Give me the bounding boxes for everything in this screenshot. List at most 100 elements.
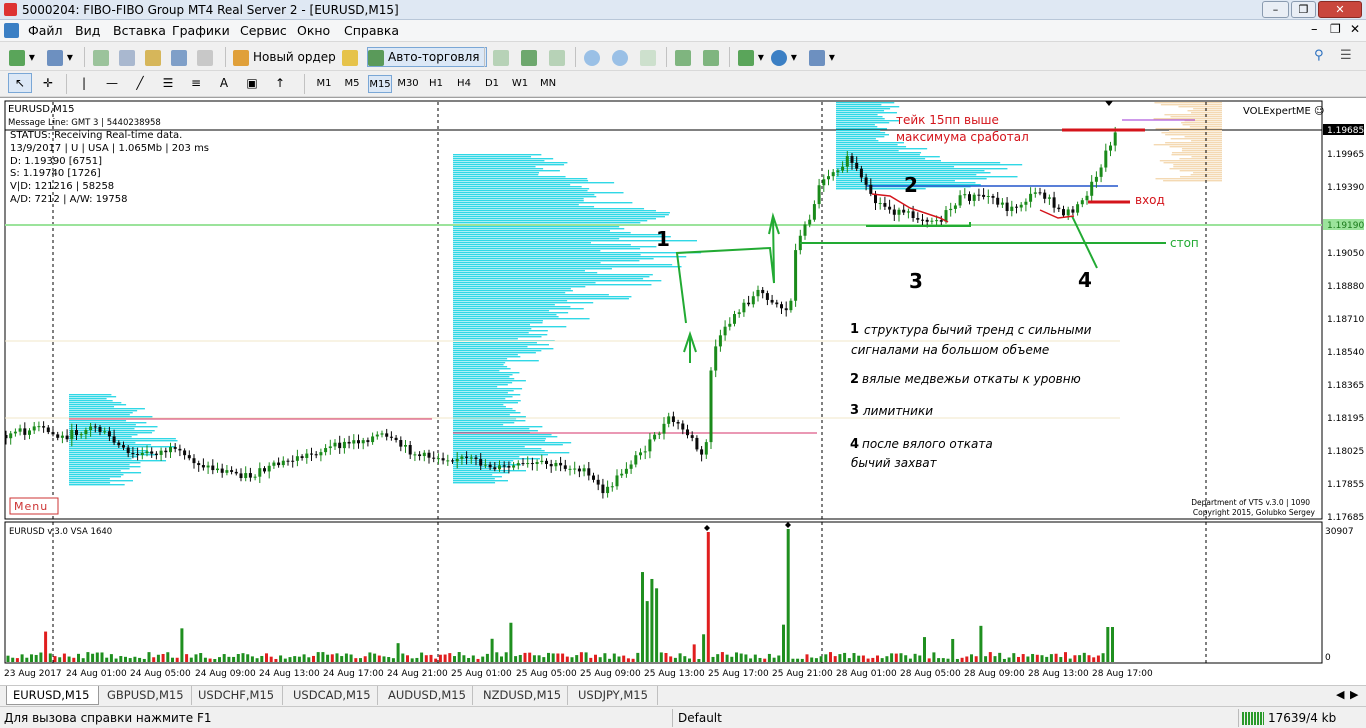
trendline-tool[interactable]: ╱ <box>128 73 152 93</box>
text-tool[interactable]: A <box>212 73 236 93</box>
profile-bar <box>453 374 513 376</box>
zoom-in-button[interactable] <box>583 47 601 67</box>
market-watch-button[interactable] <box>92 47 110 67</box>
profile-bar <box>69 472 142 474</box>
navigator-button[interactable] <box>144 47 162 67</box>
timeframe-d1[interactable]: D1 <box>480 75 504 93</box>
menu-insert[interactable]: Вставка <box>113 23 166 38</box>
chart-window[interactable]: EURUSD,M15 Message Line: GMT 3 | 5440238… <box>0 97 1366 685</box>
menu-file[interactable]: Файл <box>28 23 63 38</box>
current-price-label: 1.19685 <box>1327 126 1364 136</box>
candle-body <box>723 326 727 336</box>
menu-window[interactable]: Окно <box>297 23 330 38</box>
crosshair-tool[interactable]: ✛ <box>36 73 60 93</box>
horizontal-line-tool[interactable]: — <box>100 73 124 93</box>
fibo-tool[interactable]: ≡ <box>184 73 208 93</box>
timeframe-m5[interactable]: M5 <box>340 75 364 93</box>
zoom-out-button[interactable] <box>611 47 629 67</box>
volume-bar <box>429 654 433 662</box>
volume-bar <box>316 652 320 662</box>
new-order-button[interactable]: Новый ордер <box>232 47 337 67</box>
volume-bar <box>1012 653 1016 662</box>
chart-shift-button[interactable] <box>674 47 692 67</box>
candlestick-button[interactable] <box>520 47 538 67</box>
tab-usdchf[interactable]: USDCHF,M15 <box>192 686 283 705</box>
candle-body <box>479 459 483 466</box>
child-minimize-icon[interactable]: – <box>1311 22 1318 37</box>
candle-body <box>535 462 539 464</box>
menu-view[interactable]: Вид <box>75 23 100 38</box>
menu-charts[interactable]: Графики <box>172 23 230 38</box>
timeframe-h4[interactable]: H4 <box>452 75 476 93</box>
data-window-button[interactable] <box>118 47 136 67</box>
auto-trading-button[interactable]: Авто-торговля <box>367 47 487 67</box>
price-chart[interactable]: EURUSD,M15 Message Line: GMT 3 | 5440238… <box>0 98 1366 686</box>
profile-bar <box>453 348 554 350</box>
autoscroll-button[interactable] <box>702 47 720 67</box>
profiles-icon <box>47 49 63 66</box>
volume-bar <box>857 655 861 662</box>
child-restore-icon[interactable]: ❐ <box>1330 22 1341 36</box>
timeframe-m1[interactable]: M1 <box>312 75 336 93</box>
shift-marker <box>1105 101 1113 106</box>
templates-button[interactable]: ▾ <box>808 47 836 67</box>
menu-button[interactable]: Menu <box>9 497 59 515</box>
channel-tool[interactable]: ☰ <box>156 73 180 93</box>
tab-eurusd[interactable]: EURUSD,M15 <box>6 686 99 705</box>
profile-bar <box>69 428 135 430</box>
tester-button[interactable] <box>196 47 214 67</box>
menu-bar: Файл Вид Вставка Графики Сервис Окно Спр… <box>0 20 1366 42</box>
text-label-tool[interactable]: ▣ <box>240 73 264 93</box>
timeframe-mn[interactable]: MN <box>536 75 560 93</box>
volume-bar <box>749 658 753 662</box>
profile-bar <box>836 110 885 112</box>
volume-bar <box>476 658 480 662</box>
search-icon[interactable]: ⚲ <box>1314 48 1324 63</box>
help-icon[interactable]: ☰ <box>1340 48 1352 63</box>
arrows-tool[interactable]: ↑ <box>268 73 292 93</box>
profile-bar-orange <box>1191 140 1222 142</box>
candle-body <box>474 457 478 460</box>
candle-body <box>408 445 412 455</box>
timeframe-m30[interactable]: M30 <box>396 75 420 93</box>
metaeditor-button[interactable] <box>341 47 359 67</box>
bar-chart-button[interactable] <box>492 47 510 67</box>
profiles-button[interactable]: ▾ <box>46 47 74 67</box>
timeframe-w1[interactable]: W1 <box>508 75 532 93</box>
vertical-line-tool[interactable]: | <box>72 73 96 93</box>
periods-button[interactable]: ▾ <box>770 47 798 67</box>
profile-bar <box>453 254 641 256</box>
timeframe-m15[interactable]: M15 <box>368 75 392 93</box>
profile-bar <box>453 302 594 304</box>
close-button[interactable]: ✕ <box>1318 1 1362 18</box>
tile-windows-button[interactable] <box>639 47 657 67</box>
volume-bar <box>156 654 160 662</box>
child-close-icon[interactable]: ✕ <box>1350 22 1360 36</box>
timeframe-h1[interactable]: H1 <box>424 75 448 93</box>
cursor-tool[interactable]: ↖ <box>8 73 32 93</box>
candle-body <box>648 439 652 452</box>
terminal-button[interactable] <box>170 47 188 67</box>
tab-scroll-right-icon[interactable]: ▶ <box>1350 688 1358 701</box>
profile-bar <box>453 352 536 354</box>
volume-bar <box>30 654 33 662</box>
tab-usdjpy[interactable]: USDJPY,M15 <box>572 686 658 705</box>
child-window-icon[interactable] <box>4 23 19 38</box>
price-label-7: 1.18195 <box>1327 414 1364 424</box>
new-chart-button[interactable]: ▾ <box>8 47 36 67</box>
tab-audusd[interactable]: AUDUSD,M15 <box>382 686 473 705</box>
volume-bar <box>697 658 701 662</box>
menu-tools[interactable]: Сервис <box>240 23 287 38</box>
tab-scroll-left-icon[interactable]: ◀ <box>1336 688 1344 701</box>
tab-usdcad[interactable]: USDCAD,M15 <box>287 686 378 705</box>
volume-bar <box>603 653 607 662</box>
minimize-button[interactable]: – <box>1262 1 1289 18</box>
tab-gbpusd[interactable]: GBPUSD,M15 <box>101 686 192 705</box>
menu-help[interactable]: Справка <box>344 23 399 38</box>
volume-bar <box>711 656 715 662</box>
indicators-button[interactable]: ▾ <box>737 47 765 67</box>
restore-button[interactable]: ❐ <box>1291 1 1316 18</box>
tab-nzdusd[interactable]: NZDUSD,M15 <box>477 686 568 705</box>
line-chart-button[interactable] <box>548 47 566 67</box>
volume-bar <box>1059 657 1063 662</box>
